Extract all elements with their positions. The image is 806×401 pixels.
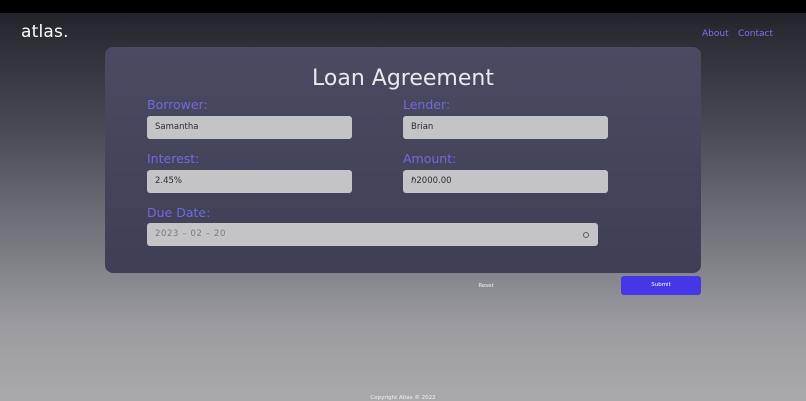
reset-button[interactable]: Reset (470, 280, 502, 292)
due-date-field[interactable]: 2023 – 02 – 20 (147, 223, 598, 246)
footer-copyright: Copyright Atlas © 2022 (370, 395, 436, 401)
interest-field[interactable]: 2.45% (147, 170, 352, 193)
lender-field[interactable]: Brian (403, 116, 608, 139)
calendar-icon[interactable] (583, 232, 589, 238)
borrower-label: Borrower: (147, 97, 208, 112)
due-date-label: Due Date: (147, 205, 211, 220)
amount-field[interactable]: ℏ2000.00 (403, 170, 608, 193)
form-title: Loan Agreement (312, 66, 494, 91)
top-bar (0, 0, 806, 13)
amount-label: Amount: (403, 151, 457, 166)
nav-contact-link[interactable]: Contact (738, 29, 773, 39)
borrower-field[interactable]: Samantha (147, 116, 352, 139)
nav-about-link[interactable]: About (702, 29, 729, 39)
logo[interactable]: atlas. (21, 22, 69, 42)
lender-label: Lender: (403, 97, 451, 112)
interest-label: Interest: (147, 151, 200, 166)
submit-button[interactable]: Submit (621, 276, 701, 295)
